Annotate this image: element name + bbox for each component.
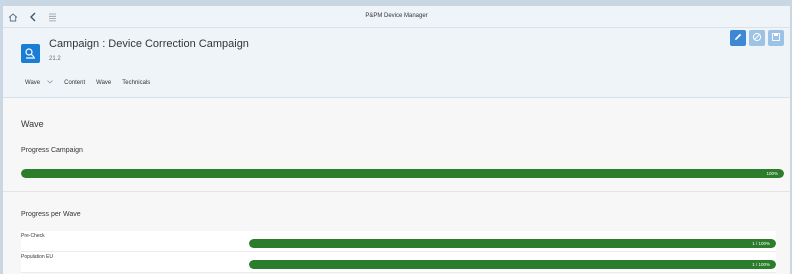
progress-campaign-value: 100%	[766, 171, 778, 176]
tab-technicals[interactable]: Technicals	[122, 80, 150, 86]
app-frame: P&PM Device Manager Campaign : Device Co…	[3, 6, 790, 274]
campaign-icon	[21, 44, 40, 63]
save-icon	[771, 29, 781, 47]
list-item: Population EU 1 / 100%	[21, 252, 776, 273]
tab-wave-dropdown[interactable]: Wave	[25, 80, 53, 86]
wave-progress-fill	[249, 260, 776, 269]
tab-label: Wave	[25, 80, 41, 86]
header-actions	[730, 30, 784, 46]
tab-content[interactable]: Content	[64, 80, 85, 86]
progress-campaign-title: Progress Campaign	[21, 147, 83, 154]
edit-icon	[733, 29, 743, 47]
app-title: P&PM Device Manager	[365, 13, 428, 19]
progress-per-wave-title: Progress per Wave	[21, 211, 81, 218]
wave-progress-fill	[249, 239, 776, 248]
wave-progress-value: 1 / 100%	[752, 262, 770, 267]
progress-campaign-fill	[21, 169, 784, 178]
shell-bar: P&PM Device Manager	[3, 6, 790, 28]
wave-progress-bar: 1 / 100%	[249, 239, 776, 248]
content-area: Wave Progress Campaign 100% Progress per…	[3, 99, 790, 274]
wave-label: Pre-Check	[21, 233, 45, 239]
page-subtitle: 21.2	[49, 56, 61, 62]
edit-button[interactable]	[730, 30, 746, 46]
wave-progress-bar: 1 / 100%	[249, 260, 776, 269]
cancel-button[interactable]	[749, 30, 765, 46]
tab-bar: Wave Content Wave Technicals	[25, 80, 161, 86]
page-title: Campaign : Device Correction Campaign	[49, 38, 249, 50]
wave-progress-value: 1 / 100%	[752, 241, 770, 246]
object-header: Campaign : Device Correction Campaign 21…	[3, 28, 790, 98]
chevron-down-icon	[47, 80, 53, 86]
tab-label: Content	[64, 80, 86, 86]
tab-wave[interactable]: Wave	[96, 80, 111, 86]
list-item: Pre-Check 1 / 100%	[21, 231, 776, 252]
divider	[3, 191, 790, 192]
save-button[interactable]	[768, 30, 784, 46]
wave-label: Population EU	[21, 254, 53, 260]
section-title: Wave	[21, 119, 44, 129]
tab-label: Technicals	[122, 80, 151, 86]
progress-campaign-bar: 100%	[21, 169, 784, 178]
tab-label: Wave	[96, 80, 112, 86]
cancel-icon	[752, 29, 762, 47]
